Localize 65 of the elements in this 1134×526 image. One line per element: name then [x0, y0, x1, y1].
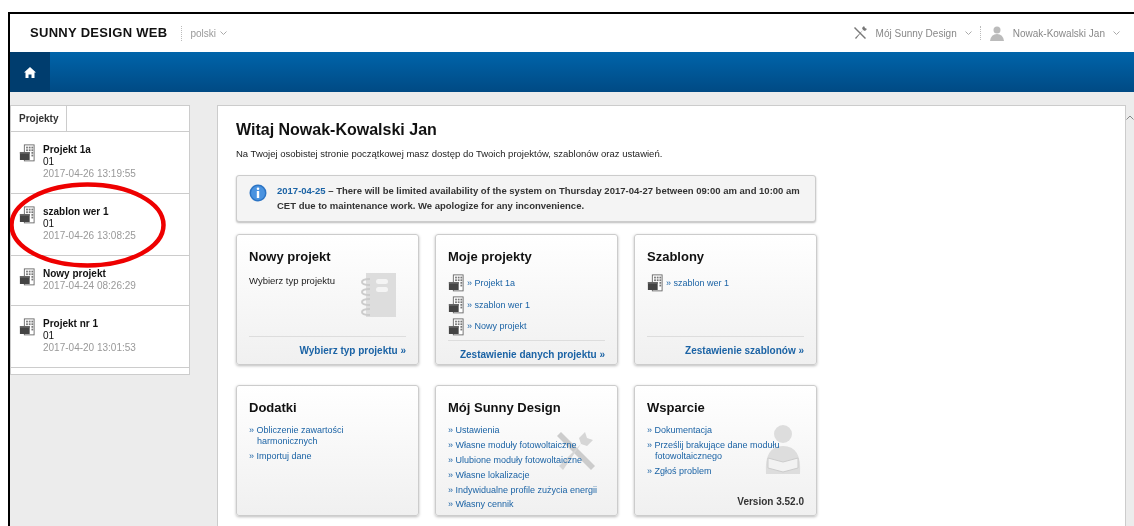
card-link[interactable]: » Ustawienia [448, 425, 605, 437]
card-link[interactable]: » Własny cennik [448, 499, 605, 511]
card-title: Szablony [647, 247, 706, 266]
project-date: 2017-04-26 13:08:25 [43, 230, 136, 242]
card-title: Wsparcie [647, 398, 706, 417]
card-link[interactable]: » Projekt 1a [467, 277, 516, 289]
project-icon [647, 274, 663, 293]
project-icon [448, 274, 464, 293]
card-link[interactable]: » szablon wer 1 [666, 277, 730, 289]
card-footer-link[interactable]: Wybierz typ projektu » [249, 335, 406, 358]
card-link[interactable]: » Nowy projekt [467, 321, 527, 333]
info-icon [249, 184, 267, 203]
project-code: 01 [43, 218, 56, 230]
project-icon [19, 206, 35, 224]
card-link[interactable]: » Importuj dane [249, 451, 406, 462]
project-item[interactable]: Nowy projekt 2017-04-24 08:26:29 [11, 256, 189, 306]
project-name: Projekt nr 1 [43, 318, 100, 330]
notebook-icon [358, 270, 398, 319]
project-date: 2017-04-26 13:19:55 [43, 168, 136, 180]
card-title: Dodatki [249, 398, 298, 417]
project-icon [19, 268, 35, 286]
user-icon [988, 25, 1005, 41]
chevron-down-icon [220, 30, 228, 36]
card-title: Moje projekty [448, 247, 533, 266]
home-button[interactable] [10, 52, 50, 92]
intro-text: Na Twojej osobistej stronie początkowej masz dostęp do Twoich projektów, szablonów oraz ustawień. [236, 147, 664, 162]
project-date: 2017-04-20 13:01:53 [43, 342, 136, 354]
card-link[interactable]: » Własne moduły fotowoltaiczne [448, 440, 605, 452]
project-name: Projekt 1a [43, 144, 92, 156]
user-menu[interactable]: Nowak-Kowalski Jan [988, 25, 1120, 41]
notice-date-link[interactable]: 2017-04-25 [277, 185, 326, 197]
page-title: Witaj Nowak-Kowalski Jan [236, 120, 438, 140]
project-item[interactable]: Projekt 1a 01 2017-04-26 13:19:55 [11, 132, 189, 194]
card-link[interactable]: » Indywidualne profile zużycia energii [448, 484, 605, 496]
project-icon [19, 318, 35, 336]
project-item[interactable]: Projekt nr 1 01 2017-04-20 13:01:53 [11, 306, 189, 368]
project-icon [448, 317, 464, 336]
project-code: 01 [43, 156, 56, 168]
collapse-icon[interactable] [1126, 114, 1134, 120]
card-link[interactable]: » Ulubione moduły fotowoltaiczne [448, 455, 605, 466]
project-date: 2017-04-24 08:26:29 [43, 280, 136, 292]
card-link[interactable]: » Dokumentacja [647, 425, 804, 437]
card-title: Mój Sunny Design [448, 398, 562, 417]
project-icon [19, 144, 35, 162]
project-code: 01 [43, 330, 56, 342]
card-link[interactable]: » Obliczenie zawartości harmonicznych [249, 425, 406, 448]
project-name: Nowy projekt [43, 268, 107, 280]
project-icon [448, 296, 464, 314]
logo: SUNNY DESIGN WEB [30, 24, 168, 43]
chevron-down-icon [964, 30, 972, 36]
chevron-down-icon [1113, 30, 1120, 36]
version-text: Version 3.52.0 [736, 494, 804, 509]
notice-text: 2017-04-25 – There will be limited availability of the system on Thursday 2017-04-27 between 09:00 am and 10:00 am CET due to maintenance work. We apologize for any inconvenience. [277, 184, 801, 213]
home-icon [24, 66, 36, 78]
card-link[interactable]: » Własne lokalizacje [448, 469, 605, 481]
project-item[interactable]: szablon wer 1 01 2017-04-26 13:08:25 [11, 194, 189, 256]
card-title: Nowy projekt [249, 247, 332, 266]
user-menu[interactable]: Mój Sunny Design [851, 25, 972, 41]
card-link[interactable]: » szablon wer 1 [467, 299, 531, 311]
project-name: szablon wer 1 [43, 206, 110, 218]
card-footer-link[interactable]: Zestawienie szablonów » [647, 335, 804, 358]
card-link[interactable]: » Prześlij brakujące dane modułu fotowoltaicznego [647, 440, 804, 462]
card-link[interactable]: » Zgłoś problem [647, 465, 804, 477]
card-text: Wybierz typ projektu [249, 274, 336, 289]
card-footer-link[interactable]: Zestawienie danych projektu » [448, 339, 605, 362]
